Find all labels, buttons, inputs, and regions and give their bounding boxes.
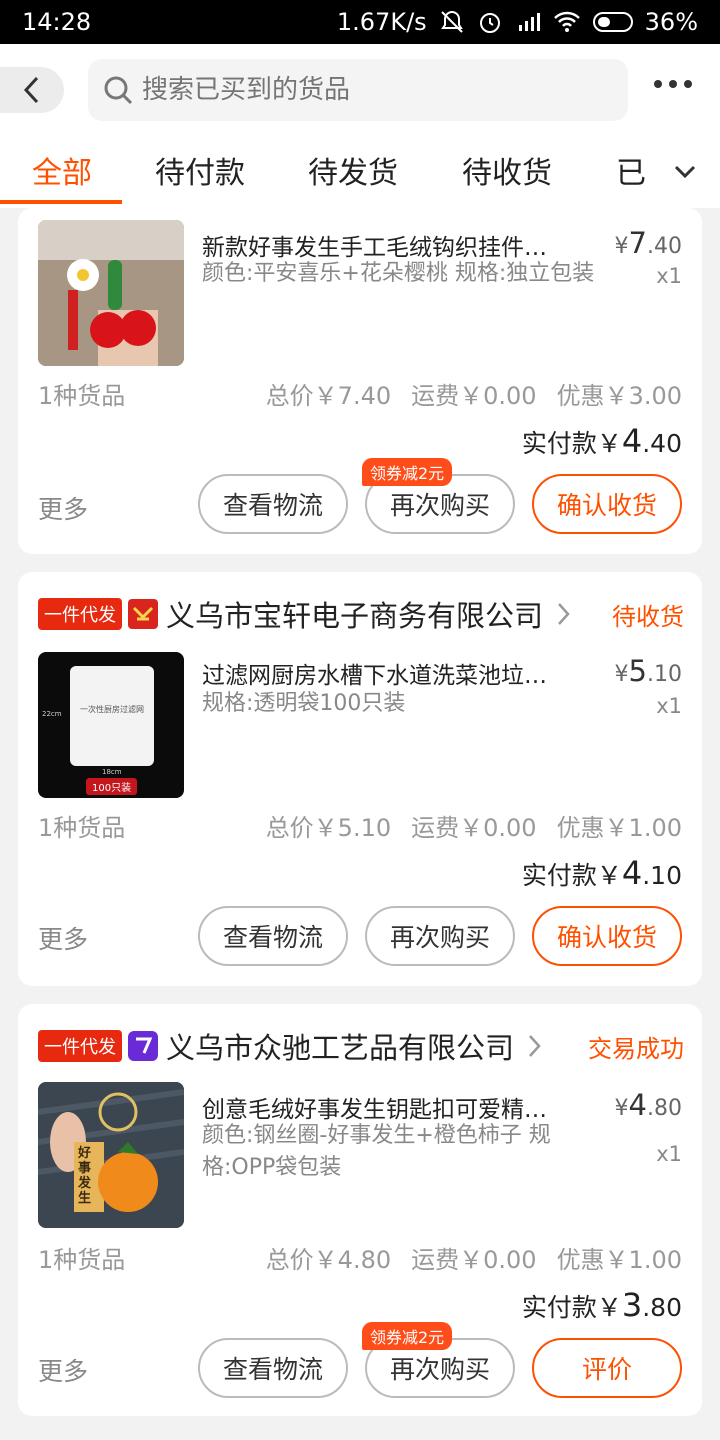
order-status: 待收货: [612, 602, 684, 631]
product-photo: [38, 1082, 184, 1228]
product-photo: [38, 220, 184, 366]
status-right: 1.67K/s 36%: [337, 8, 698, 36]
product-title[interactable]: 创意毛绒好事发生钥匙扣可爱精…: [202, 1090, 582, 1124]
product-image[interactable]: [38, 220, 184, 366]
search-box[interactable]: [88, 59, 628, 121]
shop-name[interactable]: 义乌市宝轩电子商务有限公司: [166, 593, 543, 635]
order-status: 交易成功: [588, 1034, 684, 1063]
coupon-badge: 领券减2元: [362, 458, 453, 486]
dropship-badge: 一件代发: [38, 598, 122, 630]
more-link[interactable]: 更多: [38, 1352, 88, 1388]
view-logistics-button[interactable]: 查看物流: [198, 1338, 348, 1398]
tabs-expand-button[interactable]: [650, 136, 720, 208]
network-speed: 1.67K/s: [336, 8, 427, 36]
product-photo: [70, 666, 154, 766]
confirm-receipt-button[interactable]: 确认收货: [532, 474, 682, 534]
product-title[interactable]: 过滤网厨房水槽下水道洗菜池垃…: [202, 656, 582, 690]
shipping-fee: 运费￥0.00: [411, 1246, 537, 1274]
more-menu-icon[interactable]: [654, 80, 692, 88]
product-price: ¥4.80: [614, 1088, 682, 1122]
tab-more-partial[interactable]: 已: [616, 148, 646, 192]
dropship-badge: 一件代发: [38, 1030, 122, 1062]
review-button[interactable]: 评价: [532, 1338, 682, 1398]
product-photo-tag: 100只装: [86, 778, 138, 795]
status-time: 14:28: [22, 8, 92, 36]
order-summary: 1种货品 总价￥4.80 运费￥0.00 优惠￥1.00: [38, 1240, 682, 1275]
order-summary: 1种货品 总价￥7.40 运费￥0.00 优惠￥3.00: [38, 376, 682, 411]
more-link[interactable]: 更多: [38, 490, 88, 526]
product-qty: x1: [656, 264, 682, 288]
search-input[interactable]: [142, 75, 612, 105]
chevron-right-icon: [529, 1035, 541, 1057]
discount: 优惠￥1.00: [556, 1246, 682, 1274]
paid-amount: 实付款￥4.40: [521, 422, 682, 460]
product-image[interactable]: 一次性厨房过滤网 22cm 18cm 100只装: [38, 652, 184, 798]
buy-again-button[interactable]: 再次购买: [365, 906, 515, 966]
product-price: ¥5.10: [614, 654, 682, 688]
view-logistics-button[interactable]: 查看物流: [198, 474, 348, 534]
product-spec: 规格:透明袋100只装: [202, 691, 406, 716]
tab-pending-receipt[interactable]: 待收货: [462, 148, 552, 192]
back-button[interactable]: [0, 67, 64, 113]
order-tabs: 全部 待付款 待发货 待收货 已: [0, 136, 720, 208]
confirm-receipt-button[interactable]: 确认收货: [532, 906, 682, 966]
product-photo-width: 18cm: [102, 768, 122, 776]
shop-name[interactable]: 义乌市众驰工艺品有限公司: [166, 1025, 514, 1067]
view-logistics-button[interactable]: 查看物流: [198, 906, 348, 966]
product-photo-tag: 好事发生: [78, 1146, 92, 1206]
order-card: 一件代发 义乌市众驰工艺品有限公司 交易成功 好事发生 创意毛绒好事发生钥匙扣可…: [18, 1004, 702, 1416]
item-count: 1种货品: [38, 1246, 126, 1274]
tab-pending-payment[interactable]: 待付款: [155, 148, 245, 192]
product-photo-height: 22cm: [42, 710, 62, 718]
shop-row[interactable]: 一件代发 义乌市宝轩电子商务有限公司 待收货: [38, 594, 684, 634]
product-qty: x1: [656, 694, 682, 718]
battery-icon: [592, 12, 633, 32]
more-link[interactable]: 更多: [38, 920, 88, 956]
product-spec: 颜色:钢丝圈-好事发生+橙色柿子 规格:OPP袋包装: [202, 1123, 551, 1180]
item-count: 1种货品: [38, 382, 126, 410]
order-summary: 1种货品 总价￥5.10 运费￥0.00 优惠￥1.00: [38, 808, 682, 843]
wifi-icon: [553, 10, 581, 34]
product-price: ¥7.40: [614, 226, 682, 260]
battery-level: 36%: [644, 8, 698, 36]
product-qty: x1: [656, 1142, 682, 1166]
status-bar: 14:28 1.67K/s 36%: [0, 0, 720, 44]
shop-logo-icon: [128, 599, 158, 629]
discount: 优惠￥3.00: [556, 382, 682, 410]
product-photo-text: 一次性厨房过滤网: [80, 705, 144, 714]
mute-icon: [439, 9, 465, 35]
search-icon: [104, 76, 133, 105]
chevron-left-icon: [23, 76, 39, 104]
tab-indicator: [0, 200, 122, 204]
chevron-down-icon: [674, 165, 696, 179]
product-spec: 颜色:平安喜乐+花朵樱桃 规格:独立包装: [202, 261, 595, 286]
total-price: 总价￥4.80: [265, 1246, 392, 1274]
total-price: 总价￥5.10: [265, 814, 392, 842]
paid-amount: 实付款￥3.80: [521, 1286, 682, 1324]
order-card: 一件代发 义乌市宝轩电子商务有限公司 待收货 一次性厨房过滤网 22cm 18c…: [18, 572, 702, 986]
signal-icon: [515, 9, 541, 35]
tab-all[interactable]: 全部: [32, 148, 92, 192]
shop-logo-icon: [128, 1031, 158, 1061]
top-bar: [0, 44, 720, 136]
product-image[interactable]: 好事发生: [38, 1082, 184, 1228]
order-card: 新款好事发生手工毛绒钩织挂件… 颜色:平安喜乐+花朵樱桃 规格:独立包装 ¥7.…: [18, 208, 702, 554]
tab-pending-shipment[interactable]: 待发货: [308, 148, 398, 192]
total-price: 总价￥7.40: [265, 382, 392, 410]
shipping-fee: 运费￥0.00: [411, 382, 537, 410]
item-count: 1种货品: [38, 814, 126, 842]
discount: 优惠￥1.00: [556, 814, 682, 842]
chevron-right-icon: [558, 603, 570, 625]
product-title[interactable]: 新款好事发生手工毛绒钩织挂件…: [202, 228, 582, 262]
paid-amount: 实付款￥4.10: [521, 854, 682, 892]
shipping-fee: 运费￥0.00: [411, 814, 537, 842]
shop-row[interactable]: 一件代发 义乌市众驰工艺品有限公司 交易成功: [38, 1026, 684, 1066]
coupon-badge: 领券减2元: [362, 1322, 453, 1350]
alarm-icon: [477, 9, 503, 35]
